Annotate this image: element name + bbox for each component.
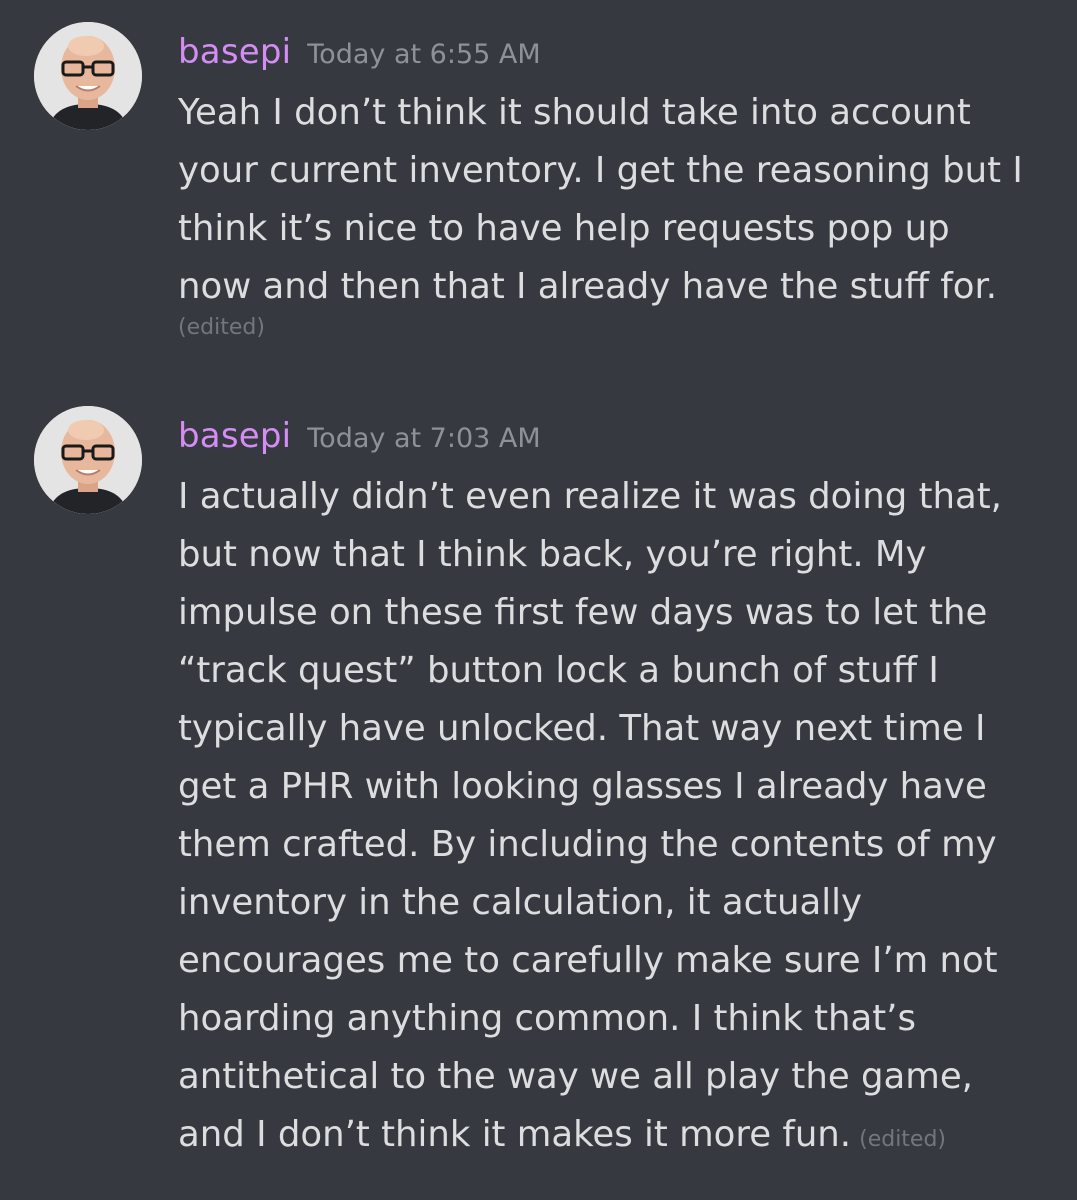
message-line: think it’s nice to have help requests po… <box>178 208 950 249</box>
message-header: basepi Today at 7:03 AM <box>178 416 541 462</box>
message-line: Yeah I don’t think it should take into a… <box>178 92 971 133</box>
message-line: typically have unlocked. That way next t… <box>178 708 986 749</box>
username[interactable]: basepi <box>178 416 291 456</box>
message-line: inventory in the calculation, it actuall… <box>178 882 863 923</box>
username[interactable]: basepi <box>178 32 291 72</box>
timestamp[interactable]: Today at 7:03 AM <box>307 423 540 454</box>
message-line: “track quest” button lock a bunch of stu… <box>178 650 939 691</box>
message-line-text: and I don’t think it makes it more fun. <box>178 1114 852 1155</box>
avatar-portrait-icon <box>34 22 142 130</box>
message-line: encourages me to carefully make sure I’m… <box>178 940 998 981</box>
message-content: Yeah I don’t think it should take into a… <box>178 84 1058 344</box>
message-line: antithetical to the way we all play the … <box>178 1056 973 1097</box>
edited-indicator: (edited) <box>859 1127 947 1152</box>
message-line: now and then that I already have the stu… <box>178 266 998 307</box>
message-line-last: and I don’t think it makes it more fun. (… <box>178 1106 1058 1169</box>
user-avatar[interactable] <box>34 406 142 514</box>
edited-indicator: (edited) <box>178 315 265 340</box>
avatar-portrait-icon <box>34 406 142 514</box>
message-line: your current inventory. I get the reason… <box>178 150 1023 191</box>
message-line: impulse on these first few days was to l… <box>178 592 988 633</box>
message-header: basepi Today at 6:55 AM <box>178 32 541 78</box>
message-content: I actually didn’t even realize it was do… <box>178 468 1058 1169</box>
timestamp[interactable]: Today at 6:55 AM <box>307 39 540 70</box>
user-avatar[interactable] <box>34 22 142 130</box>
message-line: get a PHR with looking glasses I already… <box>178 766 987 807</box>
message-line: hoarding anything common. I think that’s <box>178 998 916 1039</box>
message-line: I actually didn’t even realize it was do… <box>178 476 1002 517</box>
message-line: them crafted. By including the contents … <box>178 824 997 865</box>
message-line: but now that I think back, you’re right.… <box>178 534 927 575</box>
